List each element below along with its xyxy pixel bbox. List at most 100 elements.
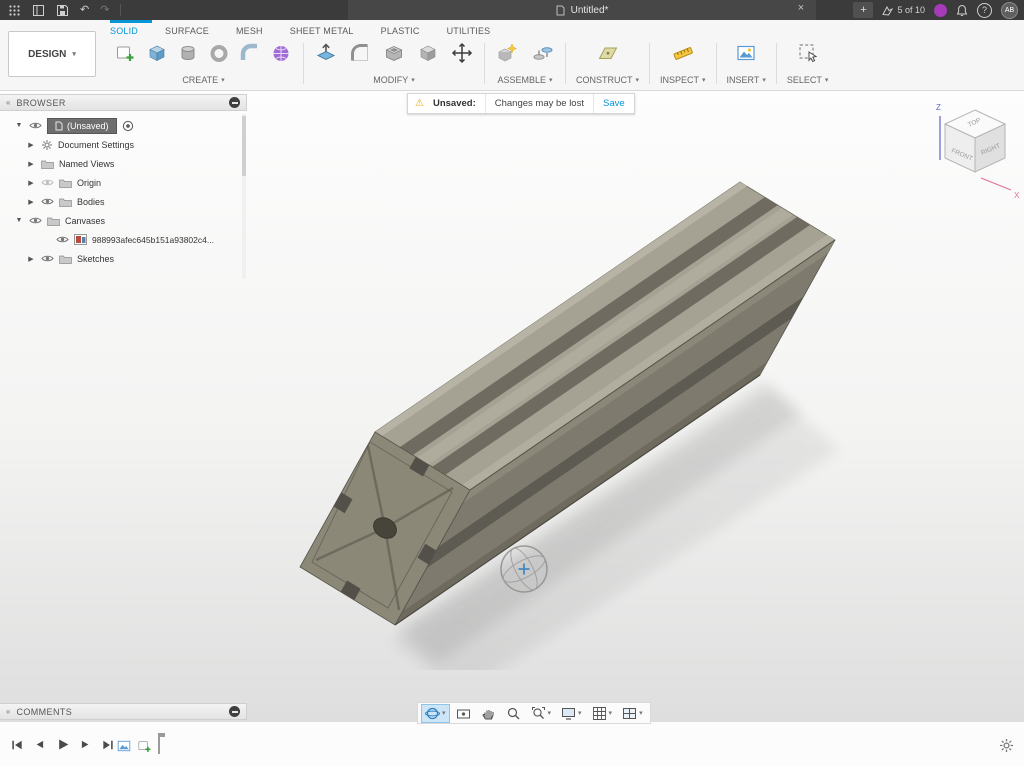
fillet-button[interactable] xyxy=(348,41,372,65)
undo-icon[interactable]: ↶ xyxy=(80,0,89,20)
tree-item-label[interactable]: Document Settings xyxy=(58,140,134,150)
close-tab-icon[interactable]: × xyxy=(794,2,808,14)
timeline-position-marker[interactable] xyxy=(158,736,160,754)
app-launcher-icon[interactable] xyxy=(8,4,21,17)
group-label-select[interactable]: SELECT▾ xyxy=(787,75,829,85)
tree-row-canvas-item[interactable]: 988993afec645b151a93802c4... xyxy=(0,230,247,249)
timeline-sketch-feature[interactable] xyxy=(137,738,153,754)
job-status[interactable]: 5 of 10 xyxy=(882,5,925,16)
collapse-panel-icon[interactable]: « xyxy=(6,98,10,107)
whats-new-icon[interactable] xyxy=(934,4,947,17)
tree-row-origin[interactable]: ▶ Origin xyxy=(0,173,247,192)
visibility-eye-icon[interactable] xyxy=(41,197,54,206)
insert-canvas-button[interactable] xyxy=(734,41,758,65)
tree-row-sketches[interactable]: ▶ Sketches xyxy=(0,249,247,268)
step-forward-icon[interactable] xyxy=(79,738,92,751)
comments-menu-button[interactable] xyxy=(229,706,240,717)
expand-closed-icon[interactable]: ▶ xyxy=(26,179,36,187)
data-panel-icon[interactable] xyxy=(32,4,45,17)
grid-snap-button[interactable]: ▾ xyxy=(588,704,617,723)
tab-surface[interactable]: SURFACE xyxy=(165,26,209,36)
fit-button[interactable]: ▾ xyxy=(527,704,556,723)
tree-row-document-settings[interactable]: ▶ Document Settings xyxy=(0,135,247,154)
tree-row-bodies[interactable]: ▶ Bodies xyxy=(0,192,247,211)
group-label-modify[interactable]: MODIFY▾ xyxy=(373,75,415,85)
tree-row-root[interactable]: ▼ (Unsaved) xyxy=(0,116,247,135)
coil-button[interactable] xyxy=(238,41,262,65)
step-back-icon[interactable] xyxy=(33,738,46,751)
visibility-eye-icon[interactable] xyxy=(29,216,42,225)
tree-item-label[interactable]: Canvases xyxy=(65,216,105,226)
tree-item-label[interactable]: Bodies xyxy=(77,197,105,207)
construction-plane-button[interactable] xyxy=(596,41,620,65)
shell-button[interactable] xyxy=(382,41,406,65)
timeline-settings-gear-icon[interactable] xyxy=(999,738,1014,753)
visibility-eye-icon[interactable] xyxy=(41,178,54,187)
create-sketch-button[interactable] xyxy=(114,41,138,65)
tree-item-label[interactable]: Named Views xyxy=(59,159,114,169)
new-component-button[interactable] xyxy=(495,41,519,65)
user-avatar[interactable]: AB xyxy=(1001,2,1018,19)
box-button[interactable] xyxy=(145,41,169,65)
root-component[interactable]: (Unsaved) xyxy=(47,118,117,134)
tree-item-label[interactable]: Sketches xyxy=(77,254,114,264)
select-button[interactable] xyxy=(796,41,820,65)
save-icon[interactable] xyxy=(56,4,69,17)
torus-button[interactable] xyxy=(207,41,231,65)
comments-header[interactable]: « COMMENTS xyxy=(0,703,247,720)
redo-icon[interactable]: ↷ xyxy=(100,0,109,20)
workspace-switcher-button[interactable]: DESIGN ▾ xyxy=(8,31,96,77)
display-settings-button[interactable]: ▾ xyxy=(557,704,586,723)
timeline-canvas-feature[interactable] xyxy=(116,738,132,754)
cylinder-button[interactable] xyxy=(176,41,200,65)
tab-utilities[interactable]: UTILITIES xyxy=(447,26,491,36)
expand-open-icon[interactable]: ▼ xyxy=(14,122,24,129)
help-icon[interactable]: ? xyxy=(977,3,992,18)
tree-row-named-views[interactable]: ▶ Named Views xyxy=(0,154,247,173)
joint-button[interactable] xyxy=(531,41,555,65)
offset-face-button[interactable] xyxy=(416,41,440,65)
save-button[interactable]: Save xyxy=(593,94,634,113)
pattern-button[interactable] xyxy=(269,41,293,65)
visibility-eye-icon[interactable] xyxy=(56,235,69,244)
visibility-eye-icon[interactable] xyxy=(29,121,42,130)
expand-closed-icon[interactable]: ▶ xyxy=(26,160,36,168)
orbit-widget-icon[interactable] xyxy=(495,540,553,598)
play-icon[interactable] xyxy=(55,737,70,752)
extrusion-model[interactable] xyxy=(250,150,870,670)
expand-closed-icon[interactable]: ▶ xyxy=(26,255,36,263)
tree-item-label[interactable]: 988993afec645b151a93802c4... xyxy=(92,235,214,245)
browser-menu-button[interactable] xyxy=(229,97,240,108)
move-copy-button[interactable] xyxy=(450,41,474,65)
zoom-button[interactable] xyxy=(502,704,525,723)
look-at-button[interactable] xyxy=(452,704,475,723)
tab-plastic[interactable]: PLASTIC xyxy=(381,26,420,36)
tree-item-label[interactable]: Origin xyxy=(77,178,101,188)
measure-button[interactable] xyxy=(671,41,695,65)
group-label-construct[interactable]: CONSTRUCT▾ xyxy=(576,75,639,85)
expand-open-icon[interactable]: ▼ xyxy=(14,217,24,224)
notifications-bell-icon[interactable] xyxy=(956,4,968,17)
browser-scrollbar[interactable] xyxy=(242,114,246,279)
press-pull-button[interactable] xyxy=(314,41,338,65)
viewports-button[interactable]: ▾ xyxy=(618,704,647,723)
collapse-panel-icon[interactable]: « xyxy=(6,707,10,716)
document-tab[interactable]: Untitled* × xyxy=(348,0,816,20)
tab-mesh[interactable]: MESH xyxy=(236,26,263,36)
activate-component-icon[interactable] xyxy=(122,120,134,132)
skip-to-end-icon[interactable] xyxy=(101,738,115,752)
visibility-eye-icon[interactable] xyxy=(41,254,54,263)
tab-sheet-metal[interactable]: SHEET METAL xyxy=(290,26,354,36)
browser-header[interactable]: « BROWSER xyxy=(0,94,247,111)
skip-to-start-icon[interactable] xyxy=(10,738,24,752)
view-cube[interactable]: TOP FRONT RIGHT Z X xyxy=(925,98,1024,203)
group-label-inspect[interactable]: INSPECT▾ xyxy=(660,75,706,85)
orbit-tool-button[interactable]: ▾ xyxy=(421,704,450,723)
new-tab-button[interactable]: + xyxy=(853,2,873,18)
group-label-assemble[interactable]: ASSEMBLE▾ xyxy=(497,75,552,85)
group-label-create[interactable]: CREATE▾ xyxy=(182,75,224,85)
expand-closed-icon[interactable]: ▶ xyxy=(26,141,36,149)
pan-button[interactable] xyxy=(477,704,500,723)
tab-solid[interactable]: SOLID xyxy=(110,26,138,36)
group-label-insert[interactable]: INSERT▾ xyxy=(727,75,766,85)
